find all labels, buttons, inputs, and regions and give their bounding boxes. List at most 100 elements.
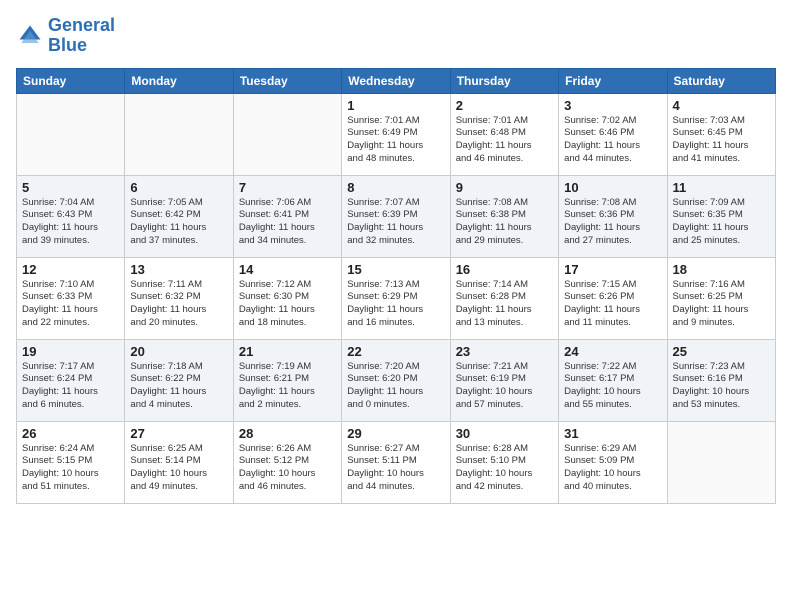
- day-number: 29: [347, 426, 444, 441]
- day-info: Sunrise: 7:05 AM Sunset: 6:42 PM Dayligh…: [130, 197, 227, 248]
- calendar-cell: 26 Sunrise: 6:24 AM Sunset: 5:15 PM Dayli…: [17, 421, 125, 503]
- calendar-cell: 5 Sunrise: 7:04 AM Sunset: 6:43 PM Daylig…: [17, 175, 125, 257]
- day-info: Sunrise: 7:16 AM Sunset: 6:25 PM Dayligh…: [673, 279, 770, 330]
- calendar-cell: 28 Sunrise: 6:26 AM Sunset: 5:12 PM Dayli…: [233, 421, 341, 503]
- day-info: Sunrise: 6:25 AM Sunset: 5:14 PM Dayligh…: [130, 443, 227, 494]
- logo-icon: [16, 22, 44, 50]
- calendar-cell: 3 Sunrise: 7:02 AM Sunset: 6:46 PM Daylig…: [559, 93, 667, 175]
- day-number: 25: [673, 344, 770, 359]
- day-number: 9: [456, 180, 553, 195]
- day-number: 11: [673, 180, 770, 195]
- calendar-cell: 24 Sunrise: 7:22 AM Sunset: 6:17 PM Dayli…: [559, 339, 667, 421]
- day-number: 4: [673, 98, 770, 113]
- day-number: 12: [22, 262, 119, 277]
- calendar-table: SundayMondayTuesdayWednesdayThursdayFrid…: [16, 68, 776, 504]
- day-number: 19: [22, 344, 119, 359]
- calendar-cell: 15 Sunrise: 7:13 AM Sunset: 6:29 PM Dayli…: [342, 257, 450, 339]
- weekday-header-saturday: Saturday: [667, 68, 775, 93]
- day-number: 28: [239, 426, 336, 441]
- day-number: 18: [673, 262, 770, 277]
- day-number: 26: [22, 426, 119, 441]
- calendar-cell: 12 Sunrise: 7:10 AM Sunset: 6:33 PM Dayli…: [17, 257, 125, 339]
- calendar-cell: 23Sunrise: 7:21 AM Sunset: 6:19 PM Dayli…: [450, 339, 558, 421]
- day-number: 30: [456, 426, 553, 441]
- calendar-cell: [17, 93, 125, 175]
- day-number: 31: [564, 426, 661, 441]
- day-info: Sunrise: 7:15 AM Sunset: 6:26 PM Dayligh…: [564, 279, 661, 330]
- day-number: 14: [239, 262, 336, 277]
- day-info: Sunrise: 7:04 AM Sunset: 6:43 PM Dayligh…: [22, 197, 119, 248]
- calendar-cell: [233, 93, 341, 175]
- day-info: Sunrise: 6:24 AM Sunset: 5:15 PM Dayligh…: [22, 443, 119, 494]
- calendar-cell: 18 Sunrise: 7:16 AM Sunset: 6:25 PM Dayli…: [667, 257, 775, 339]
- day-info: Sunrise: 7:06 AM Sunset: 6:41 PM Dayligh…: [239, 197, 336, 248]
- calendar-cell: 2 Sunrise: 7:01 AM Sunset: 6:48 PM Daylig…: [450, 93, 558, 175]
- day-info: Sunrise: 7:18 AM Sunset: 6:22 PM Dayligh…: [130, 361, 227, 412]
- day-info: Sunrise: 7:21 AM Sunset: 6:19 PM Dayligh…: [456, 361, 553, 412]
- day-info: Sunrise: 7:14 AM Sunset: 6:28 PM Dayligh…: [456, 279, 553, 330]
- logo-general: General: [48, 15, 115, 35]
- day-number: 2: [456, 98, 553, 113]
- day-info: Sunrise: 7:11 AM Sunset: 6:32 PM Dayligh…: [130, 279, 227, 330]
- day-info: Sunrise: 7:03 AM Sunset: 6:45 PM Dayligh…: [673, 115, 770, 166]
- calendar-cell: 14 Sunrise: 7:12 AM Sunset: 6:30 PM Dayli…: [233, 257, 341, 339]
- day-number: 8: [347, 180, 444, 195]
- day-info: Sunrise: 7:01 AM Sunset: 6:48 PM Dayligh…: [456, 115, 553, 166]
- calendar-cell: 11 Sunrise: 7:09 AM Sunset: 6:35 PM Dayli…: [667, 175, 775, 257]
- weekday-header-sunday: Sunday: [17, 68, 125, 93]
- logo-blue: Blue: [48, 35, 87, 55]
- day-info: Sunrise: 7:12 AM Sunset: 6:30 PM Dayligh…: [239, 279, 336, 330]
- weekday-header-thursday: Thursday: [450, 68, 558, 93]
- day-info: Sunrise: 7:02 AM Sunset: 6:46 PM Dayligh…: [564, 115, 661, 166]
- day-number: 5: [22, 180, 119, 195]
- calendar-cell: [667, 421, 775, 503]
- day-info: Sunrise: 7:23 AM Sunset: 6:16 PM Dayligh…: [673, 361, 770, 412]
- calendar-cell: 19Sunrise: 7:17 AM Sunset: 6:24 PM Dayli…: [17, 339, 125, 421]
- day-number: 24: [564, 344, 661, 359]
- day-number: 16: [456, 262, 553, 277]
- page-header: General Blue: [16, 16, 776, 56]
- day-info: Sunrise: 7:19 AM Sunset: 6:21 PM Dayligh…: [239, 361, 336, 412]
- day-number: 27: [130, 426, 227, 441]
- weekday-header-tuesday: Tuesday: [233, 68, 341, 93]
- day-number: 17: [564, 262, 661, 277]
- calendar-cell: 21 Sunrise: 7:19 AM Sunset: 6:21 PM Dayli…: [233, 339, 341, 421]
- day-info: Sunrise: 7:01 AM Sunset: 6:49 PM Dayligh…: [347, 115, 444, 166]
- day-number: 21: [239, 344, 336, 359]
- calendar-cell: 6 Sunrise: 7:05 AM Sunset: 6:42 PM Daylig…: [125, 175, 233, 257]
- weekday-header-monday: Monday: [125, 68, 233, 93]
- logo: General Blue: [16, 16, 115, 56]
- day-info: Sunrise: 7:07 AM Sunset: 6:39 PM Dayligh…: [347, 197, 444, 248]
- day-info: Sunrise: 6:27 AM Sunset: 5:11 PM Dayligh…: [347, 443, 444, 494]
- calendar-cell: 20 Sunrise: 7:18 AM Sunset: 6:22 PM Dayli…: [125, 339, 233, 421]
- calendar-cell: 27 Sunrise: 6:25 AM Sunset: 5:14 PM Dayli…: [125, 421, 233, 503]
- day-info: Sunrise: 7:09 AM Sunset: 6:35 PM Dayligh…: [673, 197, 770, 248]
- day-info: Sunrise: 7:20 AM Sunset: 6:20 PM Dayligh…: [347, 361, 444, 412]
- day-number: 1: [347, 98, 444, 113]
- day-number: 22: [347, 344, 444, 359]
- day-number: 3: [564, 98, 661, 113]
- calendar-cell: [125, 93, 233, 175]
- day-info: Sunrise: 6:28 AM Sunset: 5:10 PM Dayligh…: [456, 443, 553, 494]
- day-number: 13: [130, 262, 227, 277]
- day-number: 10: [564, 180, 661, 195]
- weekday-header-wednesday: Wednesday: [342, 68, 450, 93]
- day-info: Sunrise: 7:10 AM Sunset: 6:33 PM Dayligh…: [22, 279, 119, 330]
- calendar-cell: 7 Sunrise: 7:06 AM Sunset: 6:41 PM Daylig…: [233, 175, 341, 257]
- calendar-cell: 17 Sunrise: 7:15 AM Sunset: 6:26 PM Dayli…: [559, 257, 667, 339]
- day-info: Sunrise: 6:26 AM Sunset: 5:12 PM Dayligh…: [239, 443, 336, 494]
- calendar-cell: 25 Sunrise: 7:23 AM Sunset: 6:16 PM Dayli…: [667, 339, 775, 421]
- day-number: 6: [130, 180, 227, 195]
- day-number: 15: [347, 262, 444, 277]
- day-info: Sunrise: 7:22 AM Sunset: 6:17 PM Dayligh…: [564, 361, 661, 412]
- day-number: 20: [130, 344, 227, 359]
- calendar-cell: 1 Sunrise: 7:01 AM Sunset: 6:49 PM Daylig…: [342, 93, 450, 175]
- day-number: 7: [239, 180, 336, 195]
- day-info: Sunrise: 7:13 AM Sunset: 6:29 PM Dayligh…: [347, 279, 444, 330]
- weekday-header-friday: Friday: [559, 68, 667, 93]
- day-info: Sunrise: 6:29 AM Sunset: 5:09 PM Dayligh…: [564, 443, 661, 494]
- calendar-cell: 8 Sunrise: 7:07 AM Sunset: 6:39 PM Daylig…: [342, 175, 450, 257]
- calendar-cell: 31 Sunrise: 6:29 AM Sunset: 5:09 PM Dayli…: [559, 421, 667, 503]
- calendar-cell: 9Sunrise: 7:08 AM Sunset: 6:38 PM Daylig…: [450, 175, 558, 257]
- calendar-cell: 30 Sunrise: 6:28 AM Sunset: 5:10 PM Dayli…: [450, 421, 558, 503]
